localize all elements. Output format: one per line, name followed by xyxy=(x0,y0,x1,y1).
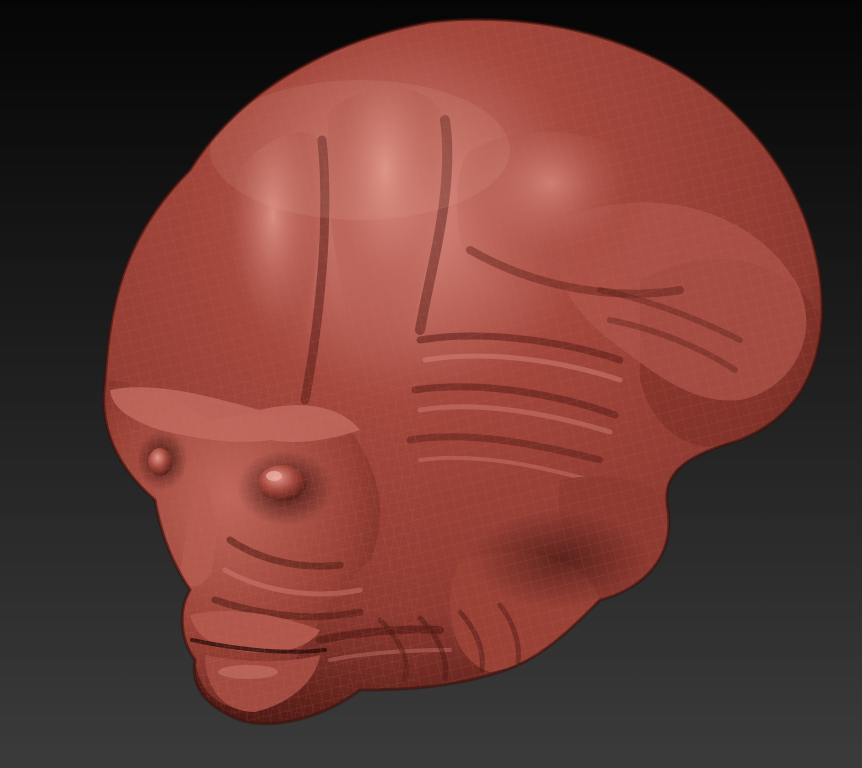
specular-sheen xyxy=(210,80,510,220)
viewport-canvas[interactable] xyxy=(0,0,862,768)
3d-viewport[interactable] xyxy=(0,0,862,768)
